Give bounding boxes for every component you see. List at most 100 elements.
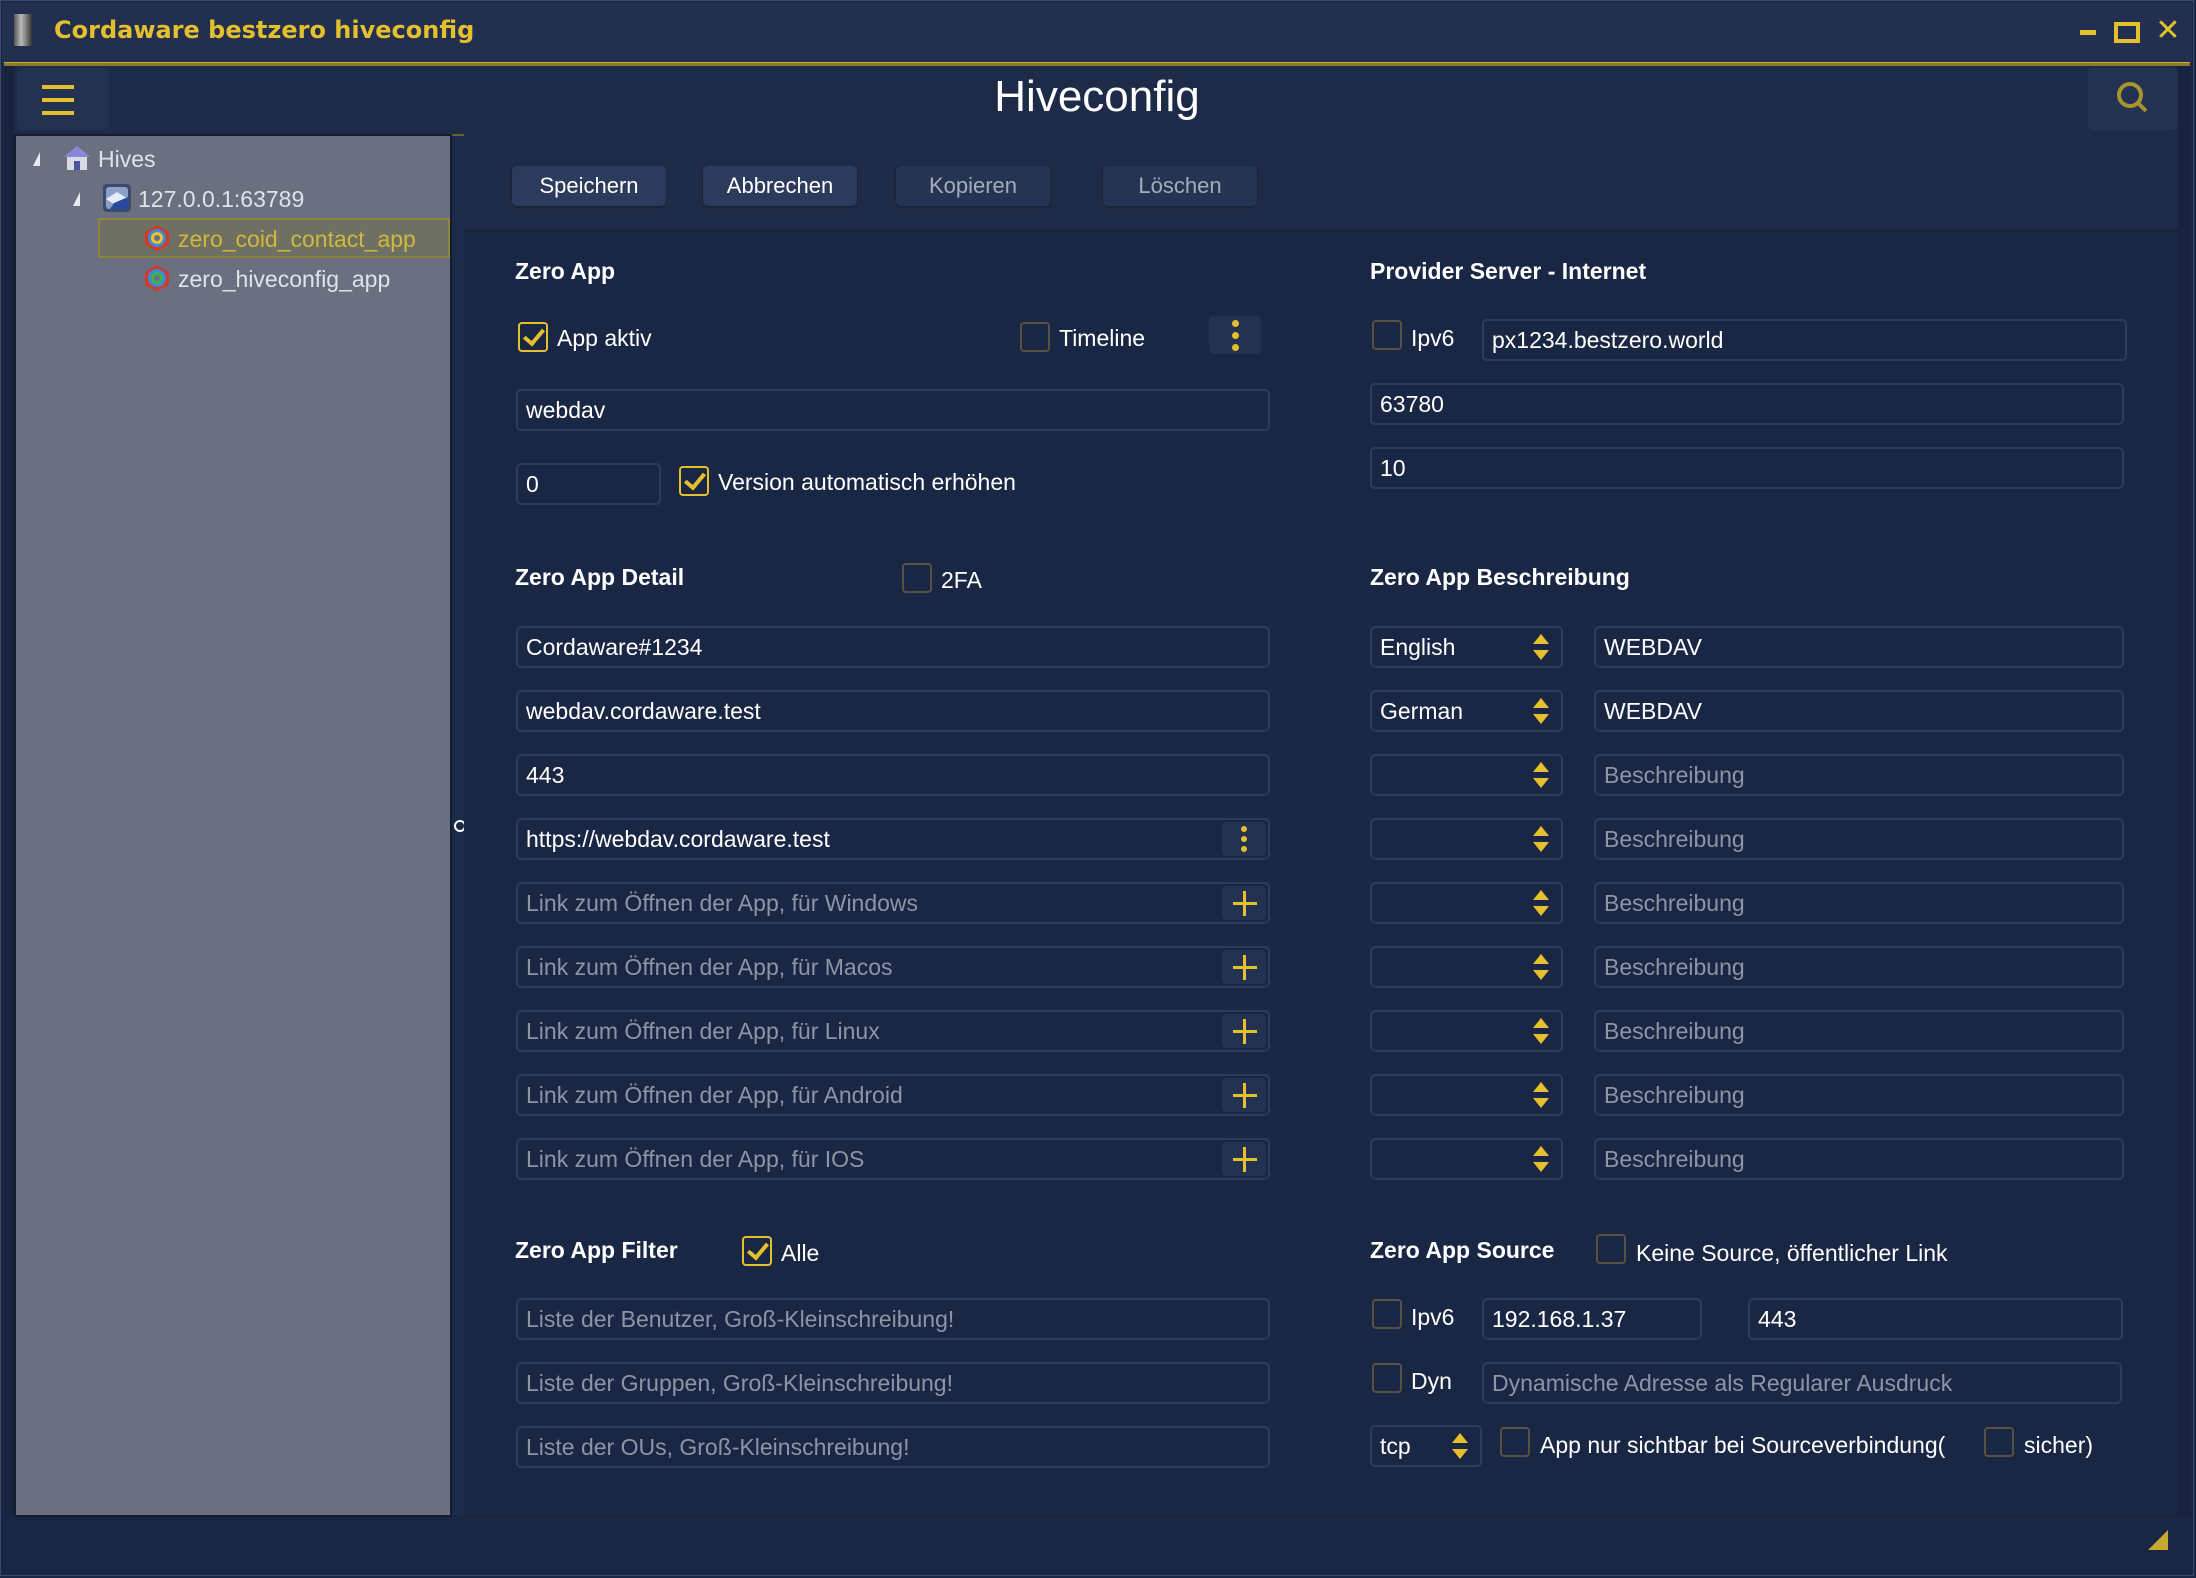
- provider-port-input[interactable]: 63780: [1370, 383, 2124, 425]
- tree-item-app[interactable]: zero_hiveconfig_app: [178, 266, 390, 293]
- detail-field-2[interactable]: webdav.cordaware.test: [516, 690, 1270, 732]
- link-windows-input[interactable]: Link zum Öffnen der App, für Windows: [516, 882, 1270, 924]
- spin-up-icon[interactable]: [1533, 1018, 1549, 1028]
- language-spinbox[interactable]: English: [1370, 626, 1563, 668]
- spin-down-icon[interactable]: [1533, 778, 1549, 788]
- app-name-input[interactable]: webdav: [516, 389, 1270, 431]
- spin-up-icon[interactable]: [1533, 1082, 1549, 1092]
- spin-down-icon[interactable]: [1533, 906, 1549, 916]
- left-border-strip: [4, 66, 14, 1516]
- description-input[interactable]: Beschreibung: [1594, 1010, 2124, 1052]
- add-link-ios-button[interactable]: [1222, 1142, 1266, 1176]
- filter-all-checkbox[interactable]: [742, 1236, 772, 1266]
- spin-down-icon[interactable]: [1533, 1098, 1549, 1108]
- add-link-linux-button[interactable]: [1222, 1014, 1266, 1048]
- filter-groups-input[interactable]: Liste der Gruppen, Groß-Kleinschreibung!: [516, 1362, 1270, 1404]
- spin-up-icon[interactable]: [1533, 698, 1549, 708]
- description-input[interactable]: Beschreibung: [1594, 1074, 2124, 1116]
- link-ios-input[interactable]: Link zum Öffnen der App, für IOS: [516, 1138, 1270, 1180]
- description-input[interactable]: Beschreibung: [1594, 818, 2124, 860]
- source-ipv6-checkbox[interactable]: [1372, 1299, 1402, 1329]
- language-spinbox[interactable]: [1370, 754, 1563, 796]
- url-value: https://webdav.cordaware.test: [526, 826, 830, 852]
- delete-button[interactable]: Löschen: [1103, 166, 1257, 206]
- add-link-android-button[interactable]: [1222, 1078, 1266, 1112]
- spin-down-icon[interactable]: [1452, 1449, 1468, 1459]
- provider-ipv6-checkbox[interactable]: [1372, 320, 1402, 350]
- filter-ous-input[interactable]: Liste der OUs, Groß-Kleinschreibung!: [516, 1426, 1270, 1468]
- copy-button[interactable]: Kopieren: [896, 166, 1050, 206]
- minimize-button[interactable]: [2076, 16, 2108, 48]
- link-android-input[interactable]: Link zum Öffnen der App, für Android: [516, 1074, 1270, 1116]
- language-spinbox[interactable]: [1370, 1074, 1563, 1116]
- spin-up-icon[interactable]: [1533, 890, 1549, 900]
- language-spinbox[interactable]: [1370, 882, 1563, 924]
- tree-item-app-selected[interactable]: zero_coid_contact_app: [178, 226, 416, 253]
- cancel-button[interactable]: Abbrechen: [703, 166, 857, 206]
- spin-up-icon[interactable]: [1533, 1146, 1549, 1156]
- protocol-spinbox[interactable]: tcp: [1370, 1425, 1482, 1467]
- description-input[interactable]: WEBDAV: [1594, 690, 2124, 732]
- language-spinbox[interactable]: [1370, 818, 1563, 860]
- dyn-address-input[interactable]: Dynamische Adresse als Regularer Ausdruc…: [1482, 1362, 2122, 1404]
- language-spinbox[interactable]: [1370, 946, 1563, 988]
- detail-field-3[interactable]: 443: [516, 754, 1270, 796]
- secure-checkbox[interactable]: [1984, 1427, 2014, 1457]
- maximize-button[interactable]: [2114, 16, 2146, 48]
- detail-field-1[interactable]: Cordaware#1234: [516, 626, 1270, 668]
- search-icon: [2117, 82, 2148, 113]
- dyn-label: Dyn: [1411, 1368, 1452, 1394]
- search-button[interactable]: [2088, 68, 2178, 130]
- app-active-checkbox[interactable]: [518, 322, 548, 352]
- add-link-macos-button[interactable]: [1222, 950, 1266, 984]
- spin-down-icon[interactable]: [1533, 650, 1549, 660]
- provider-host-input[interactable]: px1234.bestzero.world: [1482, 319, 2127, 361]
- description-input[interactable]: WEBDAV: [1594, 626, 2124, 668]
- spin-down-icon[interactable]: [1533, 1034, 1549, 1044]
- url-options-button[interactable]: [1222, 822, 1266, 856]
- source-port-input[interactable]: 443: [1748, 1298, 2123, 1340]
- save-button[interactable]: Speichern: [512, 166, 666, 206]
- dyn-checkbox[interactable]: [1372, 1363, 1402, 1393]
- description-input[interactable]: Beschreibung: [1594, 882, 2124, 924]
- spin-down-icon[interactable]: [1533, 970, 1549, 980]
- hamburger-menu-icon-line: [42, 111, 74, 115]
- app-icon: [145, 225, 169, 251]
- filter-users-input[interactable]: Liste der Benutzer, Groß-Kleinschreibung…: [516, 1298, 1270, 1340]
- spin-up-icon[interactable]: [1533, 826, 1549, 836]
- visible-only-checkbox[interactable]: [1500, 1427, 1530, 1457]
- close-button[interactable]: ✕: [2152, 16, 2184, 48]
- link-macos-input[interactable]: Link zum Öffnen der App, für Macos: [516, 946, 1270, 988]
- no-source-checkbox[interactable]: [1596, 1234, 1626, 1264]
- add-link-windows-button[interactable]: [1222, 886, 1266, 920]
- language-spinbox[interactable]: German: [1370, 690, 1563, 732]
- more-options-button[interactable]: [1209, 316, 1261, 354]
- tree-item-hives[interactable]: Hives: [98, 146, 156, 173]
- spin-up-icon[interactable]: [1533, 762, 1549, 772]
- expand-arrow-icon[interactable]: [33, 152, 40, 166]
- description-input[interactable]: Beschreibung: [1594, 754, 2124, 796]
- spin-up-icon[interactable]: [1533, 634, 1549, 644]
- source-address-input[interactable]: 192.168.1.37: [1482, 1298, 1702, 1340]
- description-input[interactable]: Beschreibung: [1594, 946, 2124, 988]
- spin-down-icon[interactable]: [1533, 714, 1549, 724]
- link-linux-input[interactable]: Link zum Öffnen der App, für Linux: [516, 1010, 1270, 1052]
- spin-up-icon[interactable]: [1452, 1433, 1468, 1443]
- menu-button[interactable]: [17, 68, 109, 130]
- version-input[interactable]: 0: [516, 463, 661, 505]
- resize-grip-icon[interactable]: [2148, 1530, 2168, 1550]
- url-input[interactable]: https://webdav.cordaware.test: [516, 818, 1270, 860]
- twofa-checkbox[interactable]: [902, 563, 932, 593]
- spin-down-icon[interactable]: [1533, 1162, 1549, 1172]
- description-input[interactable]: Beschreibung: [1594, 1138, 2124, 1180]
- timeline-checkbox[interactable]: [1020, 322, 1050, 352]
- provider-value-input[interactable]: 10: [1370, 447, 2124, 489]
- language-spinbox[interactable]: [1370, 1138, 1563, 1180]
- language-spinbox[interactable]: [1370, 1010, 1563, 1052]
- tree-item-server[interactable]: 127.0.0.1:63789: [138, 186, 304, 213]
- expand-arrow-icon[interactable]: [73, 192, 80, 206]
- auto-version-checkbox[interactable]: [679, 466, 709, 496]
- spin-up-icon[interactable]: [1533, 954, 1549, 964]
- twofa-label: 2FA: [941, 567, 982, 593]
- spin-down-icon[interactable]: [1533, 842, 1549, 852]
